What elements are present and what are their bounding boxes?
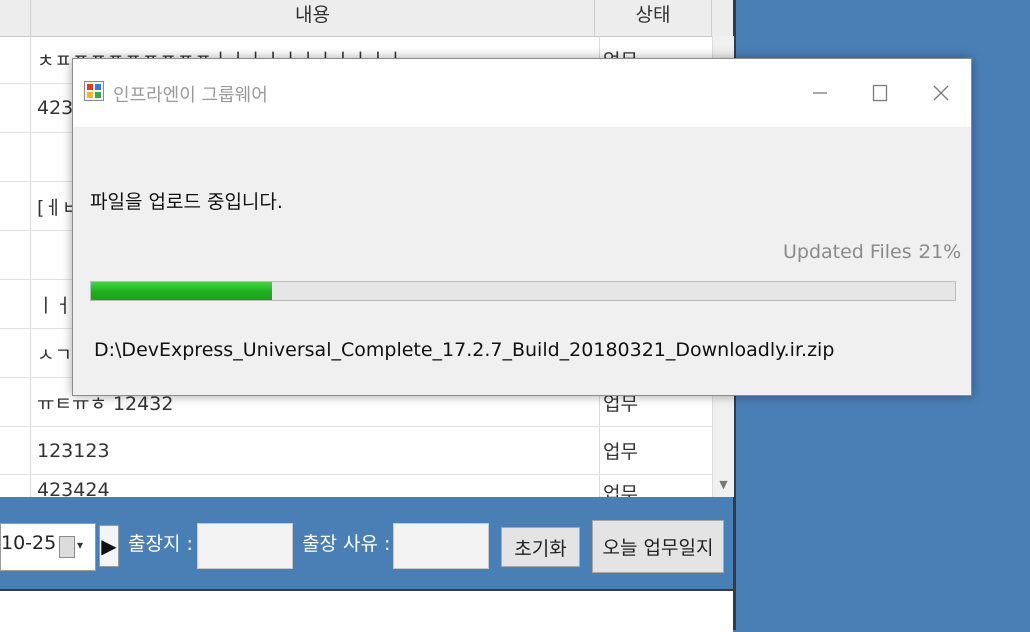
app-logo-icon <box>84 81 104 101</box>
close-icon <box>933 85 949 101</box>
upload-progress-bar <box>90 281 956 301</box>
column-header-status[interactable]: 상태 <box>595 0 712 36</box>
maximize-button[interactable] <box>857 73 903 113</box>
row-indicator <box>0 329 31 377</box>
minimize-icon <box>813 92 827 94</box>
next-date-button[interactable]: ▶ <box>99 525 119 567</box>
scroll-down-arrow-icon[interactable]: ▼ <box>713 478 734 491</box>
row-indicator <box>0 427 31 474</box>
maximize-icon <box>872 84 888 102</box>
status-cell[interactable]: 업무 <box>595 475 712 497</box>
progress-percent: 21% <box>919 241 962 263</box>
calendar-icon[interactable] <box>59 536 75 558</box>
trip-reason-input[interactable] <box>393 523 489 569</box>
close-button[interactable] <box>918 73 964 113</box>
today-work-log-button[interactable]: 오늘 업무일지 <box>592 520 724 573</box>
grid-header: 내용 상태 <box>0 0 733 37</box>
row-indicator <box>0 36 31 83</box>
table-row[interactable]: 423424 업무 <box>0 475 712 497</box>
content-cell[interactable]: 423424 <box>31 475 600 497</box>
content-cell[interactable]: 123123 <box>31 427 600 474</box>
progress-label: Updated Files : <box>783 241 925 263</box>
progress-bar-fill <box>91 282 273 300</box>
reset-button[interactable]: 초기화 <box>501 527 580 567</box>
row-indicator <box>0 231 31 279</box>
row-indicator <box>0 280 31 328</box>
trip-location-input[interactable] <box>197 523 293 569</box>
minimize-button[interactable] <box>797 73 843 113</box>
row-indicator <box>0 84 31 132</box>
trip-reason-label: 출장 사유 : <box>302 533 391 555</box>
date-value[interactable]: 10-25 <box>1 532 56 554</box>
header-index-cell <box>0 0 31 36</box>
status-cell[interactable]: 업무 <box>595 427 721 474</box>
table-row[interactable]: 123123 업무 <box>0 427 721 475</box>
uploading-file-path: D:\DevExpress_Universal_Complete_17.2.7_… <box>94 339 835 361</box>
dialog-title: 인프라엔이 그룹웨어 <box>113 85 268 106</box>
row-indicator <box>0 182 31 230</box>
column-header-content[interactable]: 내용 <box>31 0 595 36</box>
upload-progress-dialog: 인프라엔이 그룹웨어 파일을 업로드 중입니다. Updated Files :… <box>72 58 972 396</box>
row-indicator <box>0 378 31 426</box>
row-indicator <box>0 475 31 497</box>
upload-status-message: 파일을 업로드 중입니다. <box>90 191 283 213</box>
row-indicator <box>0 133 31 181</box>
status-area <box>0 589 733 632</box>
chevron-down-icon[interactable]: ▾ <box>77 538 83 552</box>
date-picker[interactable]: 10-25 ▾ <box>0 523 96 571</box>
trip-location-label: 출장지 : <box>128 533 193 555</box>
dialog-titlebar[interactable]: 인프라엔이 그룹웨어 <box>73 59 971 127</box>
play-arrow-icon: ▶ <box>101 534 117 558</box>
